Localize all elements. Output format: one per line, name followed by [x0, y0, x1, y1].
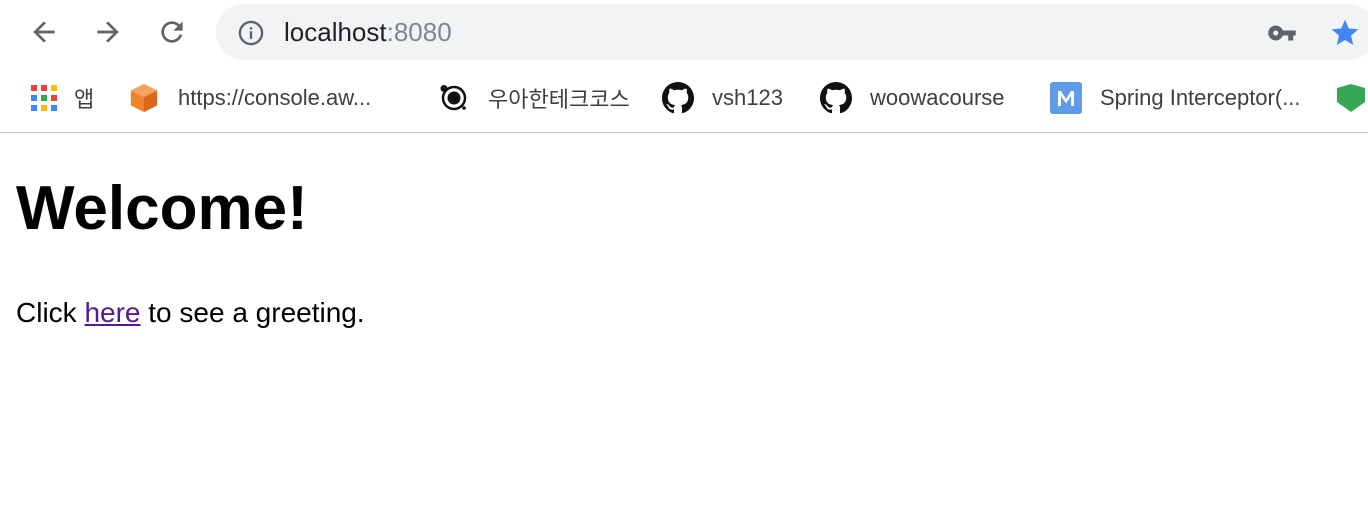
greeting-text-after: to see a greeting.	[140, 297, 365, 328]
forward-button[interactable]	[90, 14, 126, 50]
github-icon	[820, 82, 852, 114]
bookmark-star-button[interactable]	[1328, 16, 1362, 50]
bookmark-woowa[interactable]: 우아한테크코스	[438, 80, 630, 116]
site-info-button[interactable]	[236, 18, 266, 48]
bookmark-apps[interactable]: 앱	[28, 80, 94, 116]
greeting-text-before: Click	[16, 297, 85, 328]
bookmark-label: https://console.aw...	[178, 85, 372, 110]
apps-grid-icon	[28, 82, 60, 114]
browser-toolbar: localhost:8080	[0, 0, 1368, 66]
page-heading: Welcome!	[16, 174, 308, 243]
reload-button[interactable]	[154, 14, 190, 50]
key-icon	[1268, 25, 1296, 41]
bookmark-label: 앱	[74, 87, 95, 112]
bookmarks-bar: 앱 https://console.aw... 우아한테크코스 vsh123 w…	[0, 66, 1368, 133]
bookmark-overflow-partial[interactable]	[1334, 80, 1368, 116]
passwords-button[interactable]	[1266, 18, 1298, 48]
green-shield-icon	[1337, 84, 1365, 112]
bookmark-label: vsh123	[712, 85, 783, 110]
woowa-icon	[438, 82, 470, 114]
reload-icon	[161, 21, 183, 43]
url-text[interactable]: localhost:8080	[284, 16, 452, 48]
bookmark-aws-console[interactable]: https://console.aw...	[128, 80, 371, 116]
back-arrow-icon	[33, 21, 55, 43]
bookmark-label: 우아한테크코스	[488, 87, 630, 112]
greeting-link[interactable]: here	[84, 297, 140, 328]
greeting-paragraph: Click here to see a greeting.	[16, 295, 365, 331]
address-bar[interactable]: localhost:8080	[216, 4, 1368, 60]
medium-m-icon	[1050, 82, 1082, 114]
url-host: localhost	[284, 17, 387, 47]
url-port: :8080	[386, 17, 452, 47]
bookmark-label: Spring Interceptor(...	[1100, 85, 1301, 110]
aws-cube-icon	[128, 82, 160, 114]
forward-arrow-icon	[97, 21, 119, 43]
bookmark-label: woowacourse	[870, 85, 1005, 110]
back-button[interactable]	[26, 14, 62, 50]
star-icon	[1331, 19, 1359, 45]
bookmark-github-woowacourse[interactable]: woowacourse	[820, 80, 1005, 116]
info-icon	[238, 20, 264, 46]
github-icon	[662, 82, 694, 114]
bookmark-spring-interceptor[interactable]: Spring Interceptor(...	[1050, 80, 1301, 116]
bookmark-github-vsh123[interactable]: vsh123	[662, 80, 783, 116]
